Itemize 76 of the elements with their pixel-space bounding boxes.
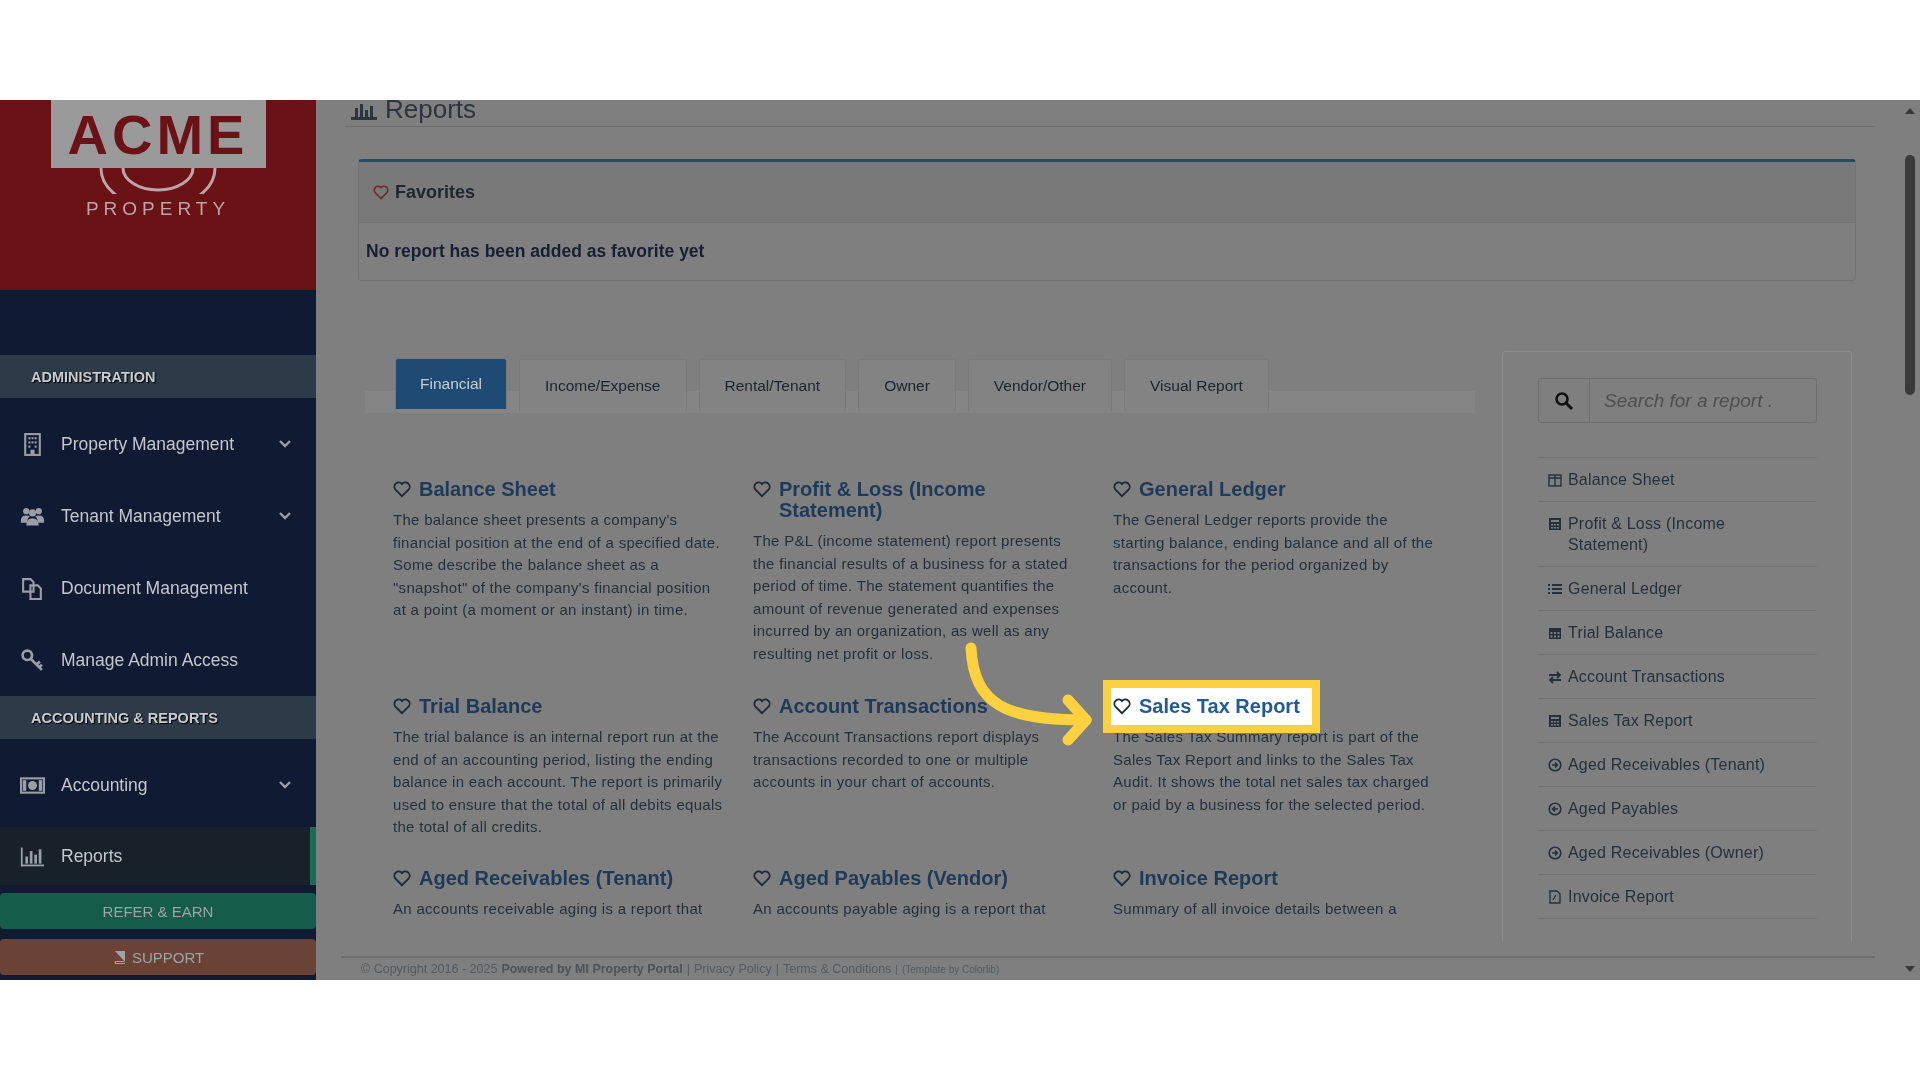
- heart-icon: [393, 870, 411, 887]
- calendar-icon: [1548, 626, 1562, 640]
- report-description: An accounts payable aging is a report that: [753, 899, 1046, 919]
- logo-tagline: PROPERTY: [85, 198, 231, 220]
- separator-text: |: [686, 962, 690, 976]
- nav-item[interactable]: Accounting: [0, 749, 316, 821]
- tab[interactable]: Rental/Tenant: [698, 359, 847, 411]
- separator-text: |: [895, 964, 898, 975]
- report-link[interactable]: Profit & Loss (Income Statement): [753, 479, 1083, 521]
- report-link[interactable]: Trial Balance: [393, 696, 543, 717]
- favorites-title: Favorites: [395, 181, 476, 203]
- nav-item[interactable]: Property Management: [0, 408, 316, 480]
- nav-item[interactable]: Manage Admin Access: [0, 624, 316, 696]
- report-link[interactable]: Sales Tax Report: [1103, 680, 1320, 733]
- quick-link[interactable]: Sales Tax Report: [1538, 699, 1817, 743]
- quick-link[interactable]: Trial Balance: [1538, 611, 1817, 655]
- report-link[interactable]: Account Transactions: [753, 696, 988, 717]
- bar-chart-icon: [351, 102, 377, 120]
- quick-link[interactable]: Profit & Loss (Income Statement): [1538, 502, 1817, 567]
- quick-link[interactable]: Aged Receivables (Owner): [1538, 831, 1817, 875]
- support-button[interactable]: SUPPORT: [0, 939, 316, 975]
- report-description: An accounts receivable aging is a report that: [393, 899, 703, 919]
- nav-item[interactable]: Document Management: [0, 552, 316, 624]
- tab[interactable]: Owner: [858, 359, 956, 411]
- report-link[interactable]: Balance Sheet: [393, 479, 556, 500]
- quick-link[interactable]: Invoice Report: [1538, 875, 1817, 919]
- report-description: The Account Transactions report displays transactions recorded to one or multiple accounts in your chart of accounts.: [753, 727, 1041, 792]
- tab[interactable]: Vendor/Other: [967, 359, 1112, 411]
- documents-icon: [20, 575, 45, 601]
- file-icon: [1548, 890, 1562, 904]
- exchange-icon: [1548, 670, 1562, 684]
- report-description: Summary of all invoice details between a: [1113, 899, 1397, 919]
- page-title: Reports: [385, 100, 477, 124]
- report-link[interactable]: Aged Payables (Vendor): [753, 868, 1008, 889]
- heart-icon: [393, 698, 411, 715]
- heart-icon: [753, 481, 771, 498]
- quick-link[interactable]: Balance Sheet: [1538, 458, 1817, 502]
- report-link[interactable]: Invoice Report: [1113, 868, 1278, 889]
- circle-arrow-right-icon: [1548, 846, 1562, 860]
- search-button[interactable]: [1538, 378, 1590, 423]
- list-icon: [1548, 582, 1562, 596]
- nav-item[interactable]: Tenant Management: [0, 480, 316, 552]
- heart-icon: [373, 184, 389, 200]
- table-icon: [1548, 473, 1562, 487]
- nav-item[interactable]: Reports: [0, 827, 316, 885]
- report-description: The trial balance is an internal report run at the end of an accounting period, listing the ending balance in each account. The report is primarily used to ensure that the total of all debits equals the total of all credits.: [393, 727, 723, 837]
- heart-icon: [753, 870, 771, 887]
- section-header: ADMINISTRATION: [0, 355, 316, 398]
- heart-icon: [1113, 481, 1131, 498]
- report-description: The P&L (income statement) report presents the financial results of a business for a stated period of time. The statement quantifies the amount of revenue generated and expenses incurred by an organization, as well as any resulting net profit or loss.: [753, 531, 1069, 664]
- calculator-icon: [1548, 714, 1562, 728]
- heart-icon: [1113, 698, 1131, 715]
- calculator-icon: [1548, 517, 1562, 531]
- quick-link[interactable]: Aged Receivables (Tenant): [1538, 743, 1817, 787]
- quick-link[interactable]: Account Transactions: [1538, 655, 1817, 699]
- report-link[interactable]: Aged Receivables (Tenant): [393, 868, 674, 889]
- heart-icon: [753, 698, 771, 715]
- report-description: The General Ledger reports provide the starting balance, ending balance and all of the transactions for the period organized by account.: [1113, 510, 1435, 598]
- circle-arrow-left-icon: [1548, 802, 1562, 816]
- circle-arrow-right-icon: [1548, 758, 1562, 772]
- quick-link[interactable]: Aged Payables: [1538, 787, 1817, 831]
- report-link[interactable]: General Ledger: [1113, 479, 1286, 500]
- logo-name: ACME: [50, 100, 266, 168]
- heart-icon: [393, 481, 411, 498]
- tab[interactable]: Financial: [395, 358, 508, 409]
- tab[interactable]: Visual Report: [1124, 359, 1269, 411]
- key-icon: [20, 647, 45, 673]
- report-description: The balance sheet presents a company's financial position at the end of a specified date. Some describe the balance sheet as a "snapshot" of the company's financial position at a point (a moment or an instant) in time.: [393, 510, 721, 620]
- separator-text: |: [775, 962, 779, 976]
- empty-message: No report has been added as favorite yet: [365, 240, 706, 263]
- tab[interactable]: Income/Expense: [519, 359, 687, 411]
- search-icon: [1554, 390, 1574, 411]
- heart-icon: [1113, 870, 1131, 887]
- refer-button[interactable]: REFER & EARN: [0, 893, 316, 929]
- quick-link[interactable]: General Ledger: [1538, 567, 1817, 611]
- section-header: ACCOUNTING & REPORTS: [0, 696, 316, 739]
